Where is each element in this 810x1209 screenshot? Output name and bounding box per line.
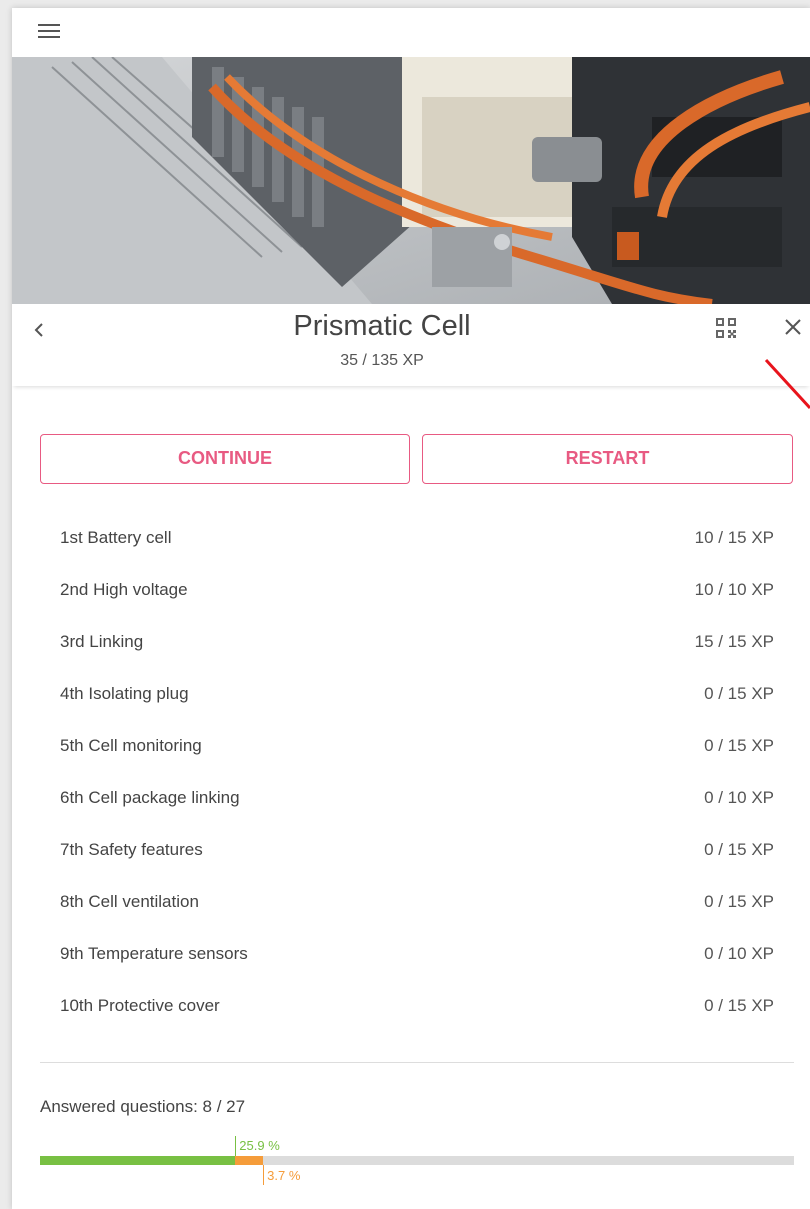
- chapter-xp: 0 / 10 XP: [704, 788, 774, 807]
- correct-percentage: 25.9 %: [235, 1136, 280, 1156]
- chapter-label: 10th Protective cover: [60, 996, 220, 1015]
- chapter-label: 8th Cell ventilation: [60, 892, 199, 911]
- close-icon[interactable]: [782, 316, 804, 338]
- chapter-xp: 0 / 15 XP: [704, 736, 774, 755]
- battery-pack-illustration: [12, 57, 810, 304]
- chapter-xp: 0 / 15 XP: [704, 840, 774, 859]
- restart-button[interactable]: RESTART: [422, 434, 793, 484]
- chapter-label: 7th Safety features: [60, 840, 203, 859]
- chapter-row[interactable]: 5th Cell monitoring 0 / 15 XP: [12, 722, 810, 774]
- xp-summary: 35 / 135 XP: [340, 352, 424, 369]
- progress-wrong-segment: [235, 1156, 264, 1165]
- chapter-xp: 0 / 15 XP: [704, 892, 774, 911]
- chapter-row[interactable]: 2nd High voltage 10 / 10 XP: [12, 566, 810, 618]
- answered-questions: Answered questions: 8 / 27: [40, 1097, 246, 1116]
- annotation-arrow: [764, 358, 810, 410]
- chapter-row[interactable]: 4th Isolating plug 0 / 15 XP: [12, 670, 810, 722]
- module-header: Prismatic Cell 35 / 135 XP: [12, 304, 810, 386]
- chapter-xp: 15 / 15 XP: [694, 632, 774, 651]
- chapter-row[interactable]: 3rd Linking 15 / 15 XP: [12, 618, 810, 670]
- page-title: Prismatic Cell: [293, 310, 471, 342]
- continue-button[interactable]: CONTINUE: [40, 434, 410, 484]
- top-bar: [12, 8, 810, 57]
- chapter-label: 2nd High voltage: [60, 580, 188, 599]
- divider: [40, 1062, 794, 1063]
- chapter-label: 6th Cell package linking: [60, 788, 240, 807]
- chapter-label: 9th Temperature sensors: [60, 944, 248, 963]
- progress-bar: [40, 1156, 794, 1165]
- chapter-row[interactable]: 6th Cell package linking 0 / 10 XP: [12, 774, 810, 826]
- chapter-xp: 0 / 10 XP: [704, 944, 774, 963]
- qr-code-icon[interactable]: [714, 316, 740, 342]
- chapter-xp: 10 / 10 XP: [694, 580, 774, 599]
- chapter-row[interactable]: 8th Cell ventilation 0 / 15 XP: [12, 878, 810, 930]
- course-card: Prismatic Cell 35 / 135 XP CONTINUE REST…: [12, 8, 810, 1209]
- chapter-xp: 0 / 15 XP: [704, 996, 774, 1015]
- chapter-label: 1st Battery cell: [60, 528, 172, 547]
- hero-image: [12, 57, 810, 304]
- progress-correct-segment: [40, 1156, 236, 1165]
- hamburger-menu-icon[interactable]: [38, 24, 64, 42]
- chapter-row[interactable]: 7th Safety features 0 / 15 XP: [12, 826, 810, 878]
- chapter-label: 5th Cell monitoring: [60, 736, 202, 755]
- chapter-xp: 10 / 15 XP: [694, 528, 774, 547]
- wrong-percentage: 3.7 %: [263, 1165, 300, 1185]
- chapter-row[interactable]: 1st Battery cell 10 / 15 XP: [12, 514, 810, 566]
- chapter-label: 3rd Linking: [60, 632, 144, 651]
- chapter-row[interactable]: 9th Temperature sensors 0 / 10 XP: [12, 930, 810, 982]
- chapter-label: 4th Isolating plug: [60, 684, 189, 703]
- chapter-list: 1st Battery cell 10 / 15 XP 2nd High vol…: [12, 514, 810, 1034]
- chapter-row[interactable]: 10th Protective cover 0 / 15 XP: [12, 982, 810, 1034]
- chapter-xp: 0 / 15 XP: [704, 684, 774, 703]
